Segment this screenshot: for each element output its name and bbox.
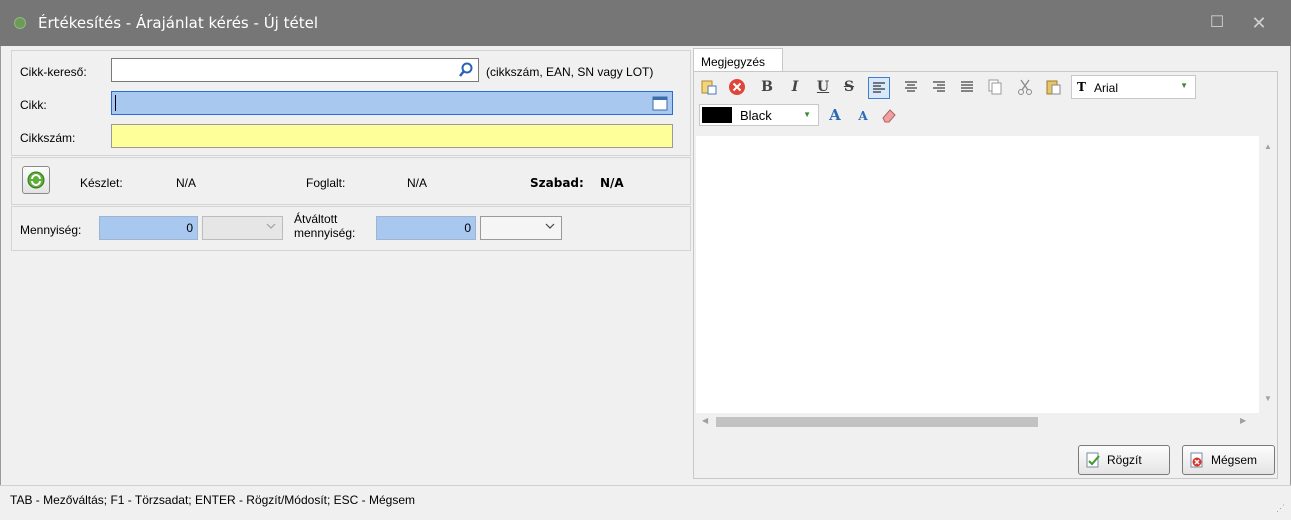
converted-quantity-input[interactable]: 0 (376, 216, 476, 240)
resize-grip-icon[interactable]: ⋰ (1276, 503, 1285, 514)
status-text: TAB - Mezőváltás; F1 - Törzsadat; ENTER … (10, 493, 415, 507)
free-value: N/A (600, 176, 624, 190)
cut-icon[interactable] (1016, 78, 1034, 96)
unit-select[interactable] (202, 216, 283, 240)
notes-editor: B I U S T Arial ▼ Black ▼ A A ▲ ▼ ◀ ▶ (693, 71, 1278, 479)
refresh-icon (27, 171, 45, 189)
window-title: Értékesítés - Árajánlat kérés - Új tétel (38, 14, 318, 32)
app-icon (14, 17, 26, 29)
color-name: Black (740, 108, 772, 123)
close-icon[interactable]: ✕ (1246, 10, 1272, 36)
save-button[interactable]: Rögzít (1078, 445, 1170, 475)
paste-icon[interactable] (1044, 78, 1062, 96)
underline-icon[interactable]: U (814, 78, 832, 96)
maximize-icon[interactable]: ☐ (1204, 10, 1230, 36)
calendar-icon[interactable] (652, 95, 668, 111)
bold-icon[interactable]: B (758, 78, 776, 96)
item-search-panel: Cikk-kereső: (cikkszám, EAN, SN vagy LOT… (11, 50, 691, 156)
chevron-down-icon: ▼ (1180, 81, 1188, 90)
color-swatch (702, 107, 732, 123)
quantity-panel: Mennyiség: 0 Átváltott mennyiség: 0 (11, 206, 691, 251)
justify-icon[interactable] (958, 78, 976, 96)
align-left-icon[interactable] (868, 77, 890, 99)
notes-text-area[interactable] (696, 136, 1259, 413)
item-field[interactable] (111, 91, 673, 115)
stock-value: N/A (176, 176, 197, 190)
color-select[interactable]: Black ▼ (699, 104, 819, 126)
quantity-label: Mennyiség: (20, 223, 82, 237)
reserved-label: Foglalt: (306, 176, 346, 190)
align-right-icon[interactable] (930, 78, 948, 96)
font-name: Arial (1094, 81, 1119, 95)
tab-notes[interactable]: Megjegyzés (693, 48, 783, 72)
horizontal-scrollbar[interactable]: ◀ ▶ (696, 413, 1259, 430)
scroll-down-icon[interactable]: ▼ (1264, 394, 1272, 403)
copy-icon[interactable] (986, 78, 1004, 96)
search-input[interactable] (111, 58, 479, 82)
shrink-font-icon[interactable]: A (854, 107, 872, 125)
sku-field[interactable] (111, 124, 673, 148)
vertical-scrollbar[interactable]: ▲ ▼ (1259, 136, 1277, 413)
chevron-down-icon: ▼ (803, 110, 811, 119)
chevron-down-icon (266, 223, 276, 229)
converted-unit-select[interactable] (480, 216, 562, 240)
scroll-right-icon[interactable]: ▶ (1240, 416, 1246, 425)
stock-panel: Készlet: N/A Foglalt: N/A Szabad: N/A (11, 157, 691, 205)
search-icon[interactable] (458, 62, 474, 78)
eraser-icon[interactable] (880, 106, 898, 124)
save-icon (1086, 452, 1100, 468)
paste-format-icon[interactable] (700, 78, 718, 96)
save-label: Rögzít (1107, 453, 1142, 467)
grow-font-icon[interactable]: A (826, 106, 844, 124)
chevron-down-icon (545, 223, 555, 229)
cancel-icon[interactable] (728, 78, 746, 96)
sku-label: Cikkszám: (20, 131, 76, 145)
scroll-up-icon[interactable]: ▲ (1264, 142, 1272, 151)
search-hint: (cikkszám, EAN, SN vagy LOT) (486, 65, 654, 79)
refresh-button[interactable] (22, 166, 50, 194)
align-center-icon[interactable] (902, 78, 920, 96)
free-label: Szabad: (530, 176, 584, 190)
cancel-button[interactable]: Mégsem (1182, 445, 1275, 475)
strikethrough-icon[interactable]: S (840, 78, 858, 96)
italic-icon[interactable]: I (786, 78, 804, 96)
font-icon: T (1077, 80, 1086, 94)
cancel-x-icon (1190, 452, 1203, 468)
horizontal-scroll-thumb[interactable] (716, 417, 1038, 427)
dialog-body: Cikk-kereső: (cikkszám, EAN, SN vagy LOT… (0, 46, 1291, 520)
converted-quantity-label-2: mennyiség: (294, 226, 356, 240)
title-bar: Értékesítés - Árajánlat kérés - Új tétel… (0, 0, 1291, 46)
status-bar: TAB - Mezőváltás; F1 - Törzsadat; ENTER … (0, 485, 1291, 520)
converted-quantity-label-1: Átváltott (294, 212, 338, 226)
font-select[interactable]: T Arial ▼ (1071, 75, 1196, 99)
search-label: Cikk-kereső: (20, 65, 87, 79)
item-label: Cikk: (20, 98, 47, 112)
cancel-label: Mégsem (1211, 453, 1258, 467)
reserved-value: N/A (407, 176, 428, 190)
quantity-input[interactable]: 0 (99, 216, 198, 240)
stock-label: Készlet: (80, 176, 123, 190)
scroll-left-icon[interactable]: ◀ (702, 416, 708, 425)
